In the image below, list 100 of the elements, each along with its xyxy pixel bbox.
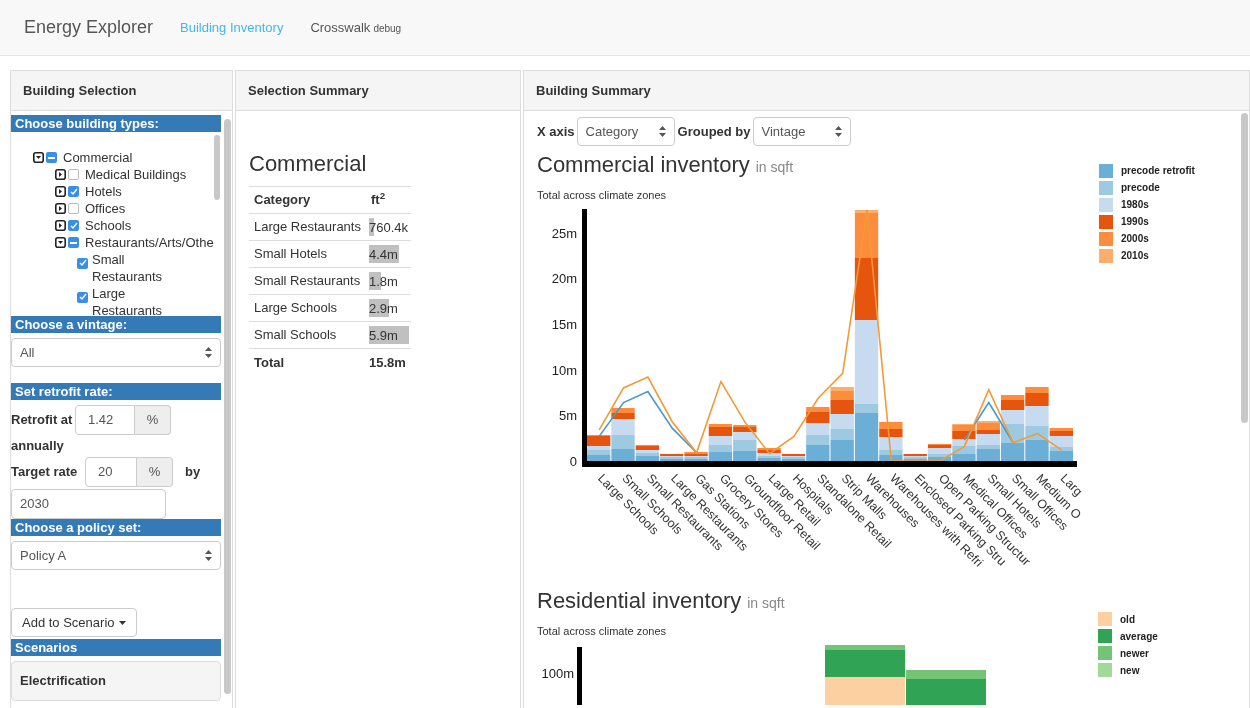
category-cell: Small Schools xyxy=(254,327,337,343)
legend-label: 1990s xyxy=(1121,215,1149,229)
tree-item-label[interactable]: Offices xyxy=(85,200,126,217)
chart-title: Commercial inventory xyxy=(537,151,750,179)
y-axis xyxy=(577,647,582,705)
bar-segment xyxy=(708,435,733,445)
checkbox[interactable] xyxy=(68,203,79,214)
dropdown[interactable]: All xyxy=(11,338,221,367)
total-value: 15.8m xyxy=(368,355,406,370)
checkmark-icon xyxy=(78,259,87,267)
y-tick-label: 5m xyxy=(558,407,577,423)
section-heading: Choose a policy set: xyxy=(11,519,221,536)
chart-unit: in sqft xyxy=(747,593,785,613)
y-tick-label: 20m xyxy=(551,270,577,286)
tree-item-label[interactable]: Restaurants/Arts/Othe xyxy=(85,234,214,251)
category-cell: Small Restaurants xyxy=(254,273,361,289)
checkbox[interactable] xyxy=(68,237,79,248)
nav-link[interactable]: Crosswalk debug xyxy=(310,17,402,38)
retrofit-rate-field[interactable]: 1.42 xyxy=(75,405,135,435)
category-cell: Large Restaurants xyxy=(254,219,361,235)
legend-label: precode xyxy=(1121,181,1160,195)
target-rate-field[interactable]: 20 xyxy=(85,457,137,487)
dropdown[interactable]: Category xyxy=(576,117,675,146)
value-cell: 4.4m xyxy=(368,247,398,262)
chart-unit: in sqft xyxy=(755,158,794,177)
target-year-field[interactable]: 2030 xyxy=(11,489,166,519)
field-label: X axis xyxy=(537,122,575,141)
value-cell: 760.4k xyxy=(368,220,408,235)
y-tick-label: 25m xyxy=(551,225,577,241)
legend-label: average xyxy=(1120,629,1158,644)
section-heading: Choose a vintage: xyxy=(11,316,221,333)
collapse-toggle-icon[interactable] xyxy=(55,237,66,248)
legend-label: 1980s xyxy=(1121,198,1149,212)
up-down-arrows-icon xyxy=(834,126,842,137)
tree-item-label[interactable]: Medical Buildings xyxy=(85,166,187,183)
section-heading: Choose building types: xyxy=(11,115,221,132)
value-cell: 5.9m xyxy=(368,328,398,343)
dropdown[interactable]: Policy A xyxy=(11,541,221,570)
column-header: ft$^{2}$ xyxy=(370,192,386,208)
tree-item-label[interactable]: Hotels xyxy=(85,183,122,200)
unit-addon: % xyxy=(137,457,173,487)
legend-label: newer xyxy=(1120,646,1149,661)
tree-item-label[interactable]: Commercial xyxy=(63,149,133,166)
legend-label: new xyxy=(1120,663,1140,678)
tree-item-label[interactable]: Large Restaurants xyxy=(92,285,172,316)
field-label: Grouped by xyxy=(677,122,751,141)
summary-heading: Commercial xyxy=(249,150,368,178)
legend-label: 2010s xyxy=(1121,249,1149,263)
column-header: Category xyxy=(254,192,311,208)
y-tick-label: 15m xyxy=(551,316,577,332)
expand-toggle-icon[interactable] xyxy=(55,220,66,231)
brand[interactable]: Energy Explorer xyxy=(24,14,154,41)
checkbox[interactable] xyxy=(68,220,79,231)
chart-subtitle: Total across climate zones xyxy=(537,188,667,203)
dropdown[interactable]: Vintage xyxy=(752,117,851,146)
field-label: Retrofit at xyxy=(11,411,74,430)
scrollbar[interactable] xyxy=(1241,113,1248,423)
scenario-item[interactable]: Electrification xyxy=(11,661,221,701)
expand-toggle-icon[interactable] xyxy=(55,169,66,180)
up-down-arrows-icon xyxy=(205,550,212,561)
checkmark-icon xyxy=(69,187,78,196)
scrollbar[interactable] xyxy=(224,119,231,694)
chart-title: Residential inventory xyxy=(537,586,742,615)
legend-label: precode retrofit xyxy=(1121,164,1195,178)
add-to-scenario-button[interactable]: Add to Scenario xyxy=(11,608,137,637)
section-heading: Set retrofit rate: xyxy=(11,383,221,400)
y-tick-label: 100m xyxy=(540,665,574,683)
section-heading: Scenarios xyxy=(11,639,221,656)
up-down-arrows-icon xyxy=(658,126,666,137)
checkbox[interactable] xyxy=(46,152,57,163)
tree-item-label[interactable]: Schools xyxy=(85,217,132,234)
checkbox[interactable] xyxy=(77,291,88,303)
field-label: by xyxy=(185,463,201,482)
checkmark-icon xyxy=(69,221,78,230)
minus-icon xyxy=(70,241,77,244)
category-cell: Small Hotels xyxy=(254,246,327,262)
field-label: annually xyxy=(11,437,64,455)
panel-title: Selection Summary xyxy=(248,81,369,100)
caret-icon xyxy=(118,620,126,625)
legend-label: old xyxy=(1120,612,1135,627)
field-label: Target rate xyxy=(11,463,79,482)
tree-item-label[interactable]: Small Restaurants xyxy=(92,251,172,285)
panel-title: Building Selection xyxy=(23,81,137,100)
category-cell: Large Schools xyxy=(254,300,338,316)
checkbox[interactable] xyxy=(68,169,79,180)
scrollbar[interactable] xyxy=(214,135,220,200)
checkbox[interactable] xyxy=(77,257,88,269)
value-cell: 1.8m xyxy=(368,274,398,289)
legend-label: 2000s xyxy=(1121,232,1149,246)
y-tick-label: 0 xyxy=(569,453,577,469)
y-tick-label: 10m xyxy=(551,362,577,378)
checkbox[interactable] xyxy=(68,186,79,197)
collapse-toggle-icon[interactable] xyxy=(33,152,44,163)
unit-addon: % xyxy=(135,405,171,435)
checkmark-icon xyxy=(78,293,87,301)
panel-title: Building Summary xyxy=(536,81,651,100)
expand-toggle-icon[interactable] xyxy=(55,203,66,214)
expand-toggle-icon[interactable] xyxy=(55,186,66,197)
up-down-arrows-icon xyxy=(205,347,212,358)
minus-icon xyxy=(48,156,55,159)
